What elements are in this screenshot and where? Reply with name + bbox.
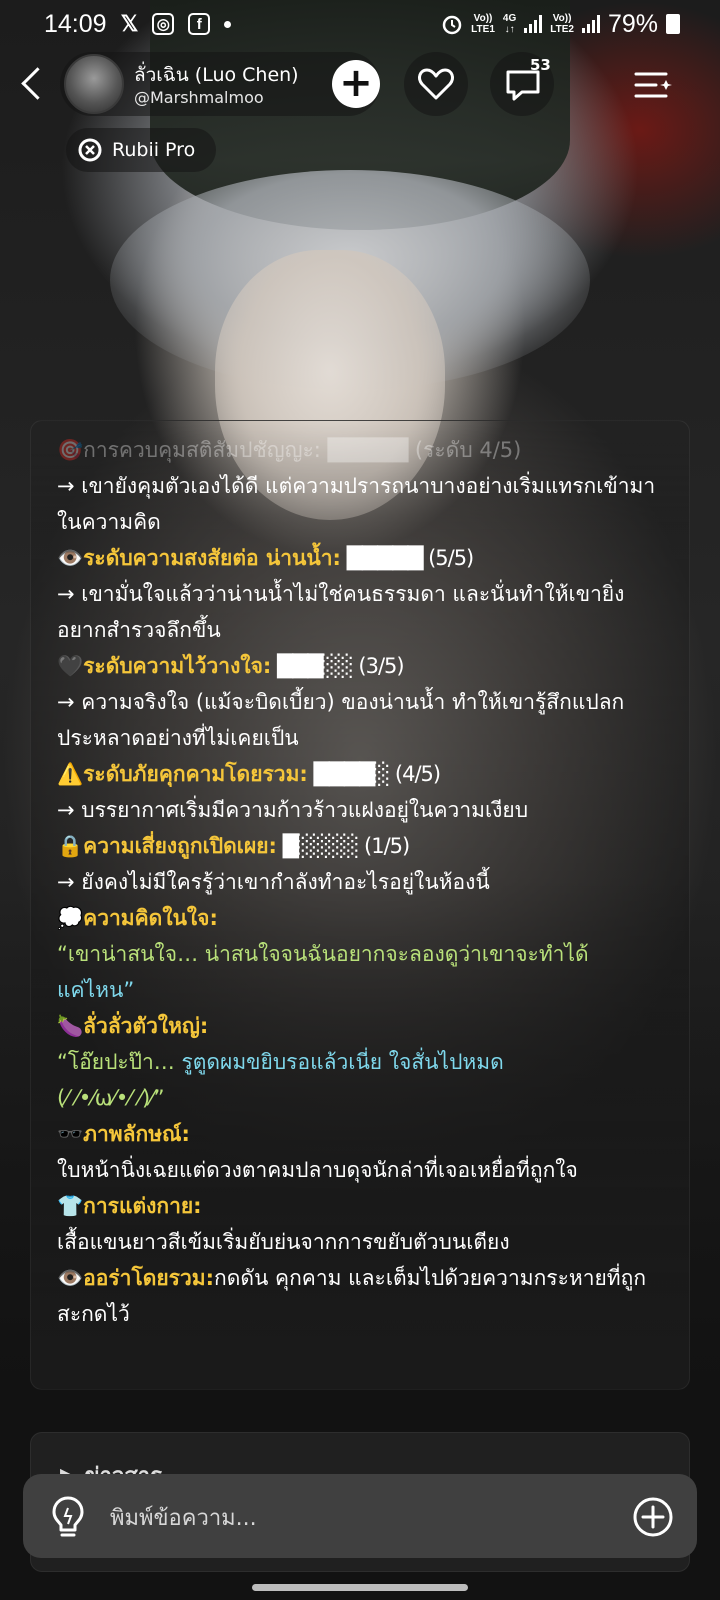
signal-1-icon [524, 15, 543, 33]
character-name: ลั่วเฉิน (Luo Chen) [134, 64, 299, 86]
section-threat: ⚠️ระดับภัยคุกคามโดยรวม: ████░ (4/5) [57, 756, 672, 792]
warning-icon: ⚠️ [57, 762, 84, 786]
section-value: █░░░░ (1/5) [276, 834, 411, 858]
lightbulb-icon[interactable] [48, 1494, 88, 1540]
back-button[interactable] [18, 64, 48, 104]
menu-button[interactable] [620, 52, 684, 116]
lte1-indicator: Vo)) LTE1 [471, 13, 495, 35]
section-desc: → ความจริงใจ (แม้จะบิดเบี้ยว) ของน่านน้ำ… [57, 690, 625, 750]
sunglasses-icon: 🕶️ [57, 1122, 84, 1146]
eggplant-icon: 🍆 [57, 1014, 84, 1038]
network-type: 4G ↓↑ [502, 13, 517, 35]
section-desc: → บรรยากาศเริ่มมีความก้าวร้าวแฝงอยู่ในคว… [57, 798, 529, 822]
battery-percent: 79% [607, 9, 658, 38]
quote-text: “เขาน่าสนใจ… น่าสนใจจนฉันอยากจะลองดูว่าเ… [57, 942, 589, 966]
section-title: ระดับภัยคุกคามโดยรวม: [83, 762, 308, 786]
rubii-logo-icon [78, 138, 102, 162]
line-control-desc: → เขายังคุมตัวเองได้ดี แต่ความปรารถนาบาง… [57, 474, 656, 534]
section-desc: เสื้อแขนยาวสีเข้มเริ่มยับย่นจากการขยับตั… [57, 1230, 510, 1254]
section-suspicion: 👁️ระดับความสงสัยต่อ น่านน้ำ: █████ (5/5) [57, 540, 672, 576]
status-time: 14:09 [44, 9, 107, 38]
thought-bubble-icon: 💭 [57, 906, 84, 930]
section-trust: 🖤ระดับความไว้วางใจ: ███░░ (3/5) [57, 648, 672, 684]
message-content: 🎯การควบคุมสติสัมปชัญญะ: █████ (ระดับ 4/5… [57, 432, 672, 1332]
comment-count-badge: 53 [530, 56, 551, 74]
alarm-icon [442, 15, 462, 35]
battery-icon [666, 14, 680, 34]
section-title: ความคิดในใจ: [83, 906, 218, 930]
lte2-indicator: Vo)) LTE2 [550, 13, 574, 35]
x-icon: 𝕏 [120, 11, 139, 36]
faded-line: 🎯การควบคุมสติสัมปชัญญะ: █████ (ระดับ 4/5… [57, 438, 522, 462]
facebook-icon: f [188, 13, 211, 35]
creator-handle: @Marshmalmoo [134, 88, 264, 107]
home-indicator[interactable] [252, 1584, 468, 1591]
shirt-icon: 👕 [57, 1194, 84, 1218]
quote-text: “โอ๊ยปะป๊า… [57, 1050, 182, 1074]
section-quote: “โอ๊ยปะป๊า… รูตูดผมขยิบรอแล้วเนี่ย ใจสั่… [57, 1044, 672, 1116]
eye-icon: 👁️ [57, 1266, 84, 1290]
status-bar: 14:09 𝕏 ◎ f Vo)) LTE1 4G ↓↑ Vo)) LTE2 79% [0, 0, 720, 48]
add-circle-icon[interactable] [632, 1496, 674, 1538]
section-thoughts: 💭ความคิดในใจ: [57, 900, 672, 936]
signal-2-icon [581, 15, 600, 33]
section-title: ความเสี่ยงถูกเปิดเผย: [83, 834, 277, 858]
message-input[interactable] [110, 1500, 590, 1536]
section-value: ███░░ (3/5) [271, 654, 405, 678]
notification-dot-icon [224, 20, 232, 28]
section-title: ระดับความสงสัยต่อ น่านน้ำ: [83, 546, 341, 570]
section-appearance: 🕶️ภาพลักษณ์: [57, 1116, 672, 1152]
section-inner-voice: 🍆ลั่วลั่วตัวใหญ่: [57, 1008, 672, 1044]
quote-text: แค่ไหน” [57, 978, 135, 1002]
section-value: ████░ (4/5) [307, 762, 441, 786]
quote-text: รูตูดผมขยิบรอแล้วเนี่ย ใจสั่นไปหมด [181, 1050, 504, 1074]
section-quote: “เขาน่าสนใจ… น่าสนใจจนฉันอยากจะลองดูว่าเ… [57, 936, 672, 1008]
chat-header: ลั่วเฉิน (Luo Chen) @Marshmalmoo + 53 [0, 52, 720, 116]
black-heart-icon: 🖤 [57, 654, 84, 678]
section-aura: 👁️ออร่าโดยรวม:กดดัน คุกคาม และเต็มไปด้วย… [57, 1260, 672, 1332]
menu-sparkle-icon [634, 72, 672, 98]
quote-text: (⁄ ⁄•⁄ω⁄•⁄ ⁄)⁄” [57, 1086, 165, 1110]
like-button[interactable] [404, 52, 468, 116]
eye-icon: 👁️ [57, 546, 84, 570]
rubii-pro-label: Rubii Pro [112, 139, 196, 161]
section-title: ออร่าโดยรวม: [83, 1266, 214, 1290]
lock-icon: 🔒 [57, 834, 84, 858]
instagram-icon: ◎ [152, 13, 175, 35]
section-exposure: 🔒ความเสี่ยงถูกเปิดเผย: █░░░░ (1/5) [57, 828, 672, 864]
follow-button[interactable]: + [332, 60, 380, 108]
section-outfit: 👕การแต่งกาย: [57, 1188, 672, 1224]
rubii-pro-badge[interactable]: Rubii Pro [66, 128, 216, 172]
heart-icon [418, 68, 454, 100]
section-title: การแต่งกาย: [83, 1194, 202, 1218]
section-title: ลั่วลั่วตัวใหญ่: [83, 1014, 209, 1038]
section-title: ระดับความไว้วางใจ: [83, 654, 272, 678]
avatar[interactable] [64, 54, 124, 114]
section-value: █████ (5/5) [340, 546, 475, 570]
section-desc: → ยังคงไม่มีใครรู้ว่าเขากำลังทำอะไรอยู่ใ… [57, 870, 490, 894]
section-title: ภาพลักษณ์: [83, 1122, 190, 1146]
section-desc: ใบหน้านิ่งเฉยแต่ดวงตาคมปลาบดุจนักล่าที่เ… [57, 1158, 578, 1182]
section-desc: → เขามั่นใจแล้วว่าน่านน้ำไม่ใช่คนธรรมดา … [57, 582, 625, 642]
